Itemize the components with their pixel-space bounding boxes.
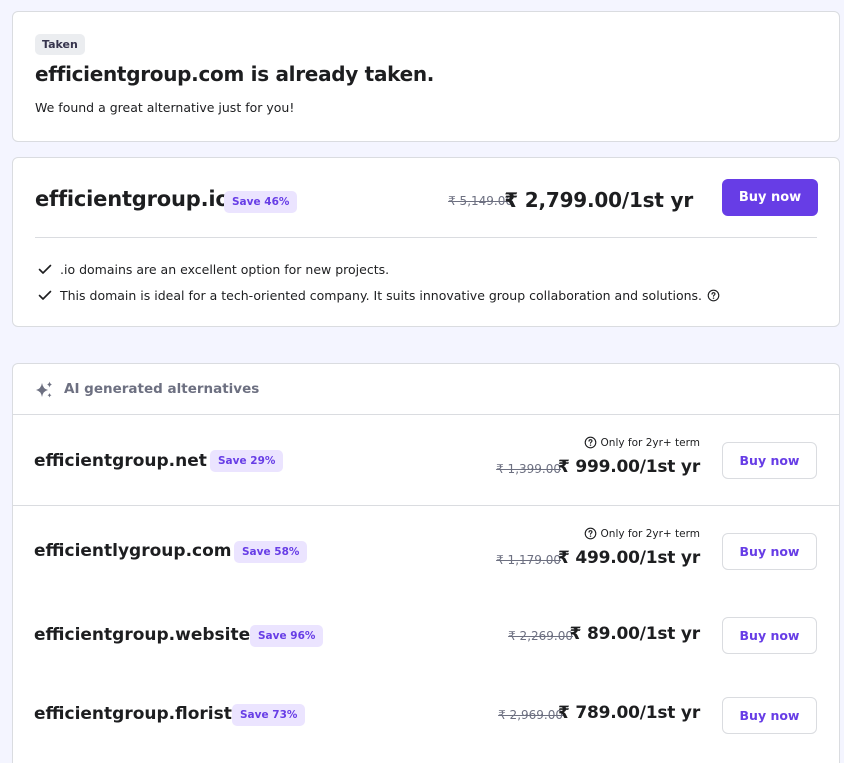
alternative-old-price: ₹ 2,269.00	[508, 629, 573, 643]
alternative-old-price: ₹ 2,969.00	[498, 708, 563, 722]
check-icon	[38, 264, 52, 274]
term-note: Only for 2yr+ term	[584, 527, 700, 540]
taken-subtitle: We found a great alternative just for yo…	[35, 100, 295, 115]
alternative-domain-name: efficientgroup.net	[34, 451, 207, 471]
alternative-buy-now-button[interactable]: Buy now	[722, 617, 817, 654]
help-circle-icon[interactable]	[707, 289, 720, 302]
alternative-row: efficientgroup.florist Save 73% ₹ 2,969.…	[13, 676, 839, 756]
alternative-old-price: ₹ 1,399.00	[496, 462, 561, 476]
featured-buy-now-button[interactable]: Buy now	[722, 179, 818, 216]
featured-domain-name: efficientgroup.io	[35, 187, 230, 211]
term-note-text: Only for 2yr+ term	[600, 527, 700, 540]
featured-save-badge: Save 46%	[224, 191, 298, 213]
alternative-save-badge: Save 96%	[250, 625, 324, 647]
alternative-new-price: ₹ 89.00/1st yr	[569, 624, 701, 644]
featured-old-price: ₹ 5,149.00	[448, 194, 513, 208]
alternative-buy-now-button[interactable]: Buy now	[722, 442, 817, 479]
check-icon	[38, 290, 52, 300]
help-circle-icon[interactable]	[584, 436, 597, 449]
ai-alternatives-card: AI generated alternatives efficientgroup…	[12, 363, 840, 763]
featured-divider	[35, 237, 817, 238]
alternative-row: efficientgroup.net Save 29% Only for 2yr…	[13, 415, 839, 506]
featured-domain-card: efficientgroup.io Save 46% ₹ 5,149.00 ₹ …	[12, 157, 840, 327]
feature-item: .io domains are an excellent option for …	[37, 261, 389, 277]
alternative-row: efficientgroup.website Save 96% ₹ 2,269.…	[13, 596, 839, 676]
alternative-save-badge: Save 73%	[232, 704, 306, 726]
feature-text: .io domains are an excellent option for …	[60, 261, 390, 277]
sparkles-icon	[36, 381, 52, 398]
taken-card: Taken efficientgroup.com is already take…	[12, 11, 840, 142]
taken-title: efficientgroup.com is already taken.	[35, 62, 435, 86]
alternative-save-badge: Save 58%	[234, 541, 308, 563]
ai-alternatives-title: AI generated alternatives	[64, 381, 260, 397]
feature-item: This domain is ideal for a tech-oriented…	[37, 287, 720, 303]
feature-text: This domain is ideal for a tech-oriented…	[60, 287, 703, 303]
term-note-text: Only for 2yr+ term	[600, 436, 700, 449]
alternative-save-badge: Save 29%	[210, 450, 284, 472]
alternative-domain-name: efficientlygroup.com	[34, 541, 232, 561]
taken-badge: Taken	[35, 34, 85, 55]
ai-alternatives-header: AI generated alternatives	[13, 364, 839, 415]
alternative-new-price: ₹ 499.00/1st yr	[557, 548, 700, 568]
help-circle-icon[interactable]	[584, 527, 597, 540]
alternative-domain-name: efficientgroup.florist	[34, 704, 232, 724]
alternative-old-price: ₹ 1,179.00	[496, 553, 561, 567]
term-note: Only for 2yr+ term	[584, 436, 700, 449]
alternative-domain-name: efficientgroup.website	[34, 625, 251, 645]
alternative-new-price: ₹ 999.00/1st yr	[557, 457, 700, 477]
alternative-buy-now-button[interactable]: Buy now	[722, 533, 817, 570]
featured-new-price: ₹ 2,799.00/1st yr	[504, 188, 693, 212]
alternative-buy-now-button[interactable]: Buy now	[722, 697, 817, 734]
alternative-row: efficientlygroup.com Save 58% Only for 2…	[13, 506, 839, 596]
alternative-new-price: ₹ 789.00/1st yr	[557, 703, 700, 723]
